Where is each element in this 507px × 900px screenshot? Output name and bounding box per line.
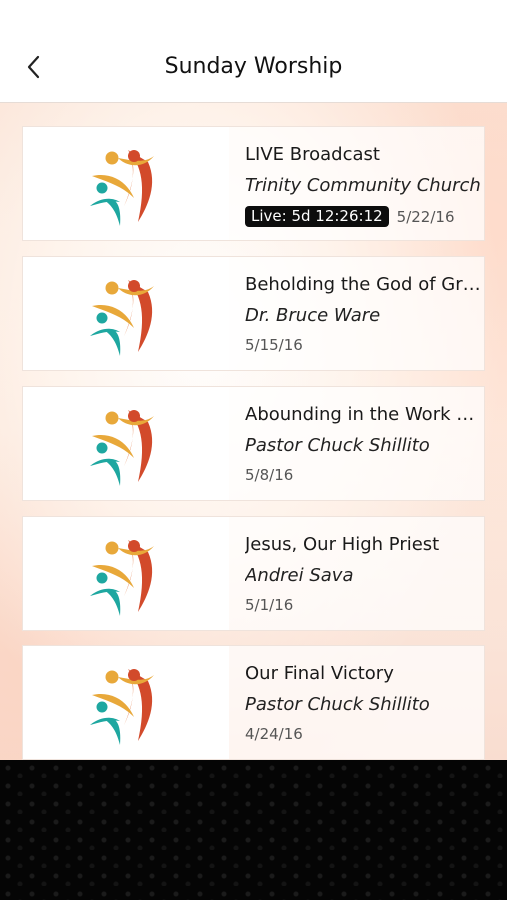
- sermon-speaker: Andrei Sava: [245, 565, 354, 586]
- church-logo-icon: [90, 668, 154, 745]
- sermon-title: Abounding in the Work of the Lord: [245, 404, 483, 425]
- sermon-meta: 5/15/16: [245, 336, 303, 354]
- app-header: Sunday Worship: [0, 0, 507, 103]
- sermon-title: Jesus, Our High Priest: [245, 534, 440, 555]
- church-logo-icon: [90, 279, 154, 356]
- sermon-meta: 4/24/16: [245, 725, 303, 743]
- sermon-date: 5/1/16: [245, 596, 294, 614]
- list-item[interactable]: Beholding the God of Grace Dr. Bruce War…: [22, 256, 485, 371]
- sermon-meta: 5/8/16: [245, 466, 293, 484]
- list-item[interactable]: LIVE Broadcast Trinity Community Church …: [22, 126, 485, 241]
- sermon-date: 5/8/16: [245, 466, 294, 484]
- list-item[interactable]: Jesus, Our High Priest Andrei Sava 5/1/1…: [22, 516, 485, 631]
- sermon-info: Abounding in the Work of the Lord Pastor…: [245, 387, 484, 500]
- sermon-speaker: Pastor Chuck Shillito: [245, 694, 430, 715]
- sermon-info: LIVE Broadcast Trinity Community Church …: [245, 127, 484, 240]
- church-logo-icon: [90, 539, 154, 616]
- page-title: Sunday Worship: [164, 54, 343, 79]
- sermon-title: Our Final Victory: [245, 663, 394, 684]
- church-logo-icon: [90, 149, 154, 226]
- sermon-date: 5/22/16: [396, 207, 455, 226]
- sermon-thumbnail: [23, 257, 229, 370]
- sermon-info: Jesus, Our High Priest Andrei Sava 5/1/1…: [245, 517, 484, 630]
- sermon-thumbnail: [23, 387, 229, 500]
- sermon-list[interactable]: LIVE Broadcast Trinity Community Church …: [0, 103, 507, 760]
- sermon-thumbnail: [23, 646, 229, 759]
- sermon-speaker: Pastor Chuck Shillito: [245, 435, 430, 456]
- sermon-meta: Live: 5d 12:26:12 5/22/16: [245, 206, 454, 227]
- sermon-title: LIVE Broadcast: [245, 144, 380, 165]
- sermon-info: Beholding the God of Grace Dr. Bruce War…: [245, 257, 484, 370]
- sermon-info: Our Final Victory Pastor Chuck Shillito …: [245, 646, 484, 759]
- live-countdown-badge: Live: 5d 12:26:12: [245, 206, 389, 227]
- list-item[interactable]: Abounding in the Work of the Lord Pastor…: [22, 386, 485, 501]
- sermon-thumbnail: [23, 517, 229, 630]
- sermon-speaker: Trinity Community Church: [245, 175, 481, 196]
- sermon-meta: 5/1/16: [245, 596, 293, 614]
- sermon-title: Beholding the God of Grace: [245, 274, 483, 295]
- church-logo-icon: [90, 409, 154, 486]
- list-item[interactable]: Our Final Victory Pastor Chuck Shillito …: [22, 645, 485, 760]
- player-footer-bar: [0, 760, 507, 900]
- sermon-date: 4/24/16: [245, 725, 303, 743]
- sermon-date: 5/15/16: [245, 336, 303, 354]
- sermon-speaker: Dr. Bruce Ware: [245, 305, 381, 326]
- sermon-thumbnail: [23, 127, 229, 240]
